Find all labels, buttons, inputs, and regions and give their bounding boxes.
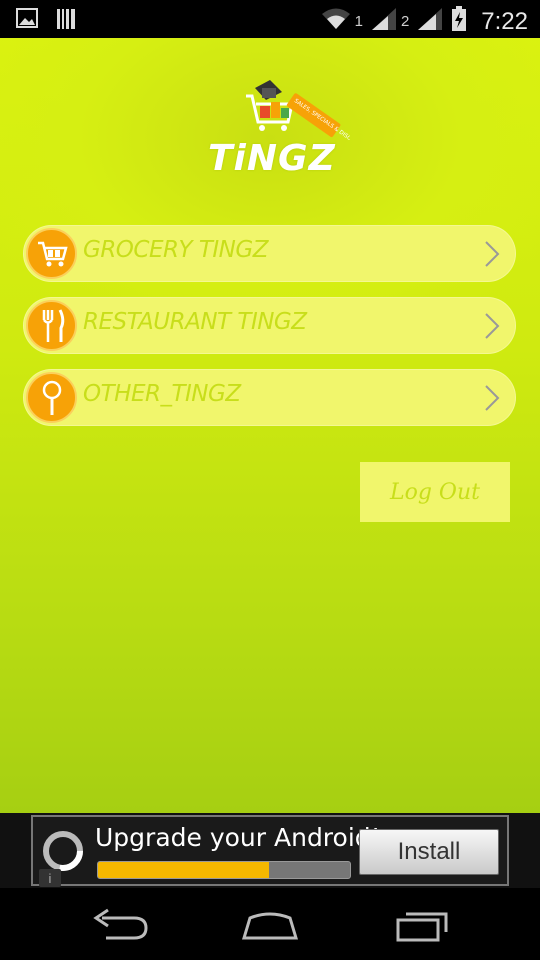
tingz-logo: SALES, SPECIALS & DISCOUNT ALERTS TiNGZ	[200, 78, 384, 179]
shopping-cart-icon	[26, 228, 77, 279]
info-icon[interactable]: i	[39, 869, 61, 887]
sim1-label: 1	[354, 13, 363, 30]
sim2-label: 2	[400, 13, 410, 30]
menu-item-restaurant[interactable]: RESTAURANT TINGZ	[23, 297, 516, 354]
menu-item-other[interactable]: OTHER_TINGZ	[23, 369, 516, 426]
menu-item-label: GROCERY TINGZ	[83, 237, 268, 263]
ad-progress-fill	[98, 862, 270, 878]
navigation-bar	[0, 888, 540, 960]
image-icon	[16, 8, 38, 35]
ad-progress-bar	[97, 861, 351, 879]
chevron-right-icon	[485, 241, 500, 267]
logout-button[interactable]: Log Out	[360, 462, 510, 522]
barcode-icon	[56, 8, 76, 35]
menu-item-grocery[interactable]: GROCERY TINGZ	[23, 225, 516, 282]
ad-banner[interactable]: Upgrade your Android! Install i	[31, 815, 509, 887]
menu-item-label: RESTAURANT TINGZ	[83, 309, 307, 335]
install-button[interactable]: Install	[359, 829, 499, 875]
wifi-icon	[321, 7, 351, 36]
app-screen: SALES, SPECIALS & DISCOUNT ALERTS TiNGZ …	[0, 38, 540, 813]
chevron-right-icon	[485, 385, 500, 411]
clock-time: 7:22	[481, 7, 528, 35]
ad-title: Upgrade your Android!	[95, 823, 381, 852]
fork-knife-icon	[26, 300, 77, 351]
chevron-right-icon	[485, 313, 500, 339]
battery-charging-icon	[451, 6, 467, 37]
recent-apps-icon[interactable]	[392, 908, 452, 942]
home-icon[interactable]	[240, 908, 300, 942]
spinner-icon	[43, 831, 83, 871]
back-icon[interactable]	[90, 908, 150, 942]
signal-icon	[371, 7, 397, 36]
signal-icon	[417, 7, 443, 36]
menu-item-label: OTHER_TINGZ	[83, 381, 241, 407]
magnifier-icon	[26, 372, 77, 423]
ad-banner-area: Upgrade your Android! Install i	[0, 813, 540, 888]
status-bar: 1 2 7:22	[0, 0, 540, 38]
logo-wordmark: TiNGZ	[208, 138, 336, 179]
